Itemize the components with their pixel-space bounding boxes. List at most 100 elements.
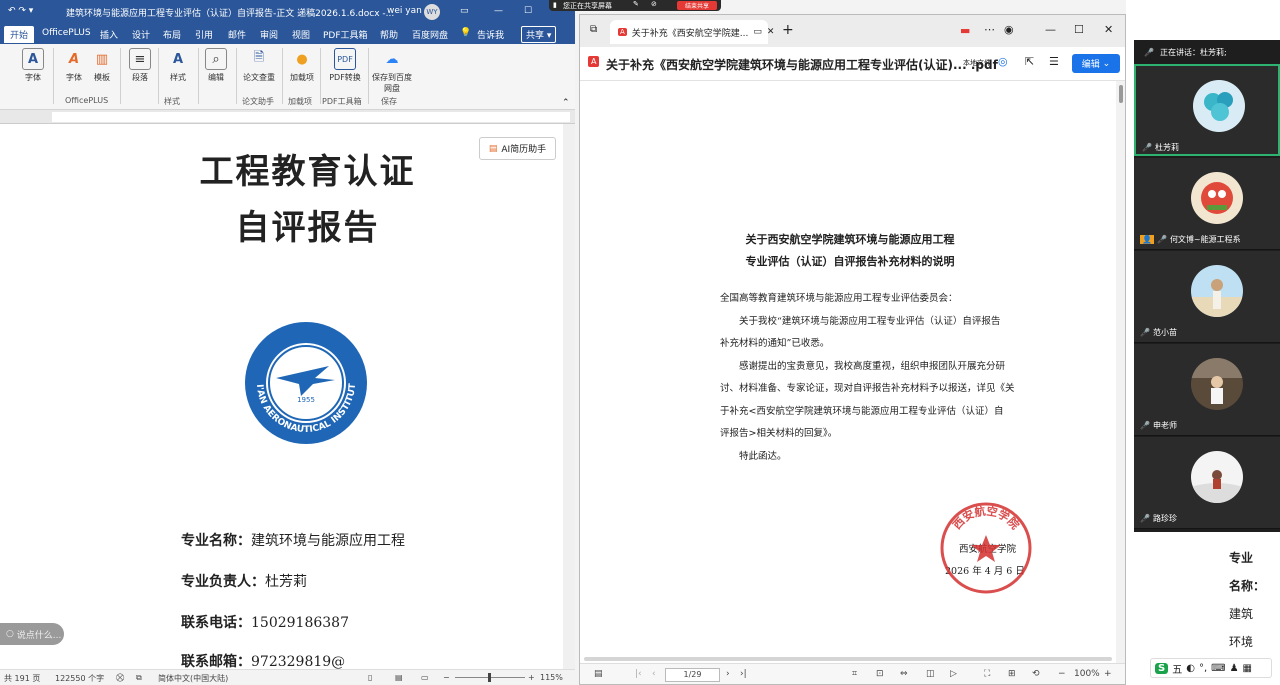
addins-button[interactable]: ● 加载项 bbox=[284, 48, 320, 83]
name-label: 杜芳莉 bbox=[1154, 143, 1179, 152]
new-tab-icon[interactable]: + bbox=[782, 22, 794, 38]
close-icon[interactable]: ✕ bbox=[1104, 23, 1113, 36]
plagiarism-check-button[interactable]: 🗎 论文查重 bbox=[240, 48, 278, 83]
tab-view[interactable]: 视图 bbox=[292, 28, 310, 41]
rotate-icon[interactable]: ⟲ bbox=[1032, 669, 1040, 679]
next-page-icon[interactable]: › bbox=[726, 669, 730, 679]
zoom-level[interactable]: 115% bbox=[540, 673, 563, 682]
crop-icon[interactable]: ⌗ bbox=[852, 669, 857, 679]
scroll-thumb[interactable] bbox=[1119, 85, 1123, 103]
pdf-heading-line1: 关于西安航空学院建筑环境与能源应用工程 bbox=[745, 233, 955, 246]
last-page-icon[interactable]: ›| bbox=[740, 669, 747, 679]
minimize-icon[interactable]: — bbox=[1045, 23, 1056, 36]
tab-officeplus[interactable]: OfficePLUS bbox=[42, 28, 91, 38]
tab-actions-icon[interactable]: ⧉ bbox=[590, 24, 597, 35]
ai-resume-button[interactable]: ▤ AI简历助手 bbox=[479, 137, 556, 160]
sidebar-toggle-icon[interactable]: ▤ bbox=[594, 669, 603, 679]
page-number-input[interactable]: 1/29 bbox=[665, 668, 720, 682]
more-icon[interactable]: ⋯ bbox=[984, 23, 995, 36]
ime-toolbar[interactable]: S 五 ◐ °, ⌨ ♟ ▦ bbox=[1150, 658, 1272, 678]
read-mode-icon[interactable]: ▯ bbox=[368, 673, 372, 682]
pdf-edit-button[interactable]: 编辑 ⌄ bbox=[1072, 54, 1120, 73]
zoom-out-icon[interactable]: − bbox=[1058, 669, 1066, 679]
pdf-app-icon[interactable]: ▬ bbox=[960, 24, 970, 37]
tab-insert[interactable]: 插入 bbox=[100, 28, 118, 41]
zoom-in-icon[interactable]: + bbox=[528, 673, 535, 682]
pdf-horizontal-scrollbar[interactable] bbox=[584, 657, 1112, 661]
ime-keyboard-icon[interactable]: ⌨ bbox=[1211, 663, 1225, 674]
template-button[interactable]: ▥ 模板 bbox=[84, 48, 120, 83]
paragraph-button[interactable]: ≡ 段落 bbox=[122, 48, 158, 83]
tell-me[interactable]: 告诉我 bbox=[477, 28, 504, 41]
stop-share-button[interactable]: 结束共享 bbox=[677, 1, 717, 10]
zoom-in-icon[interactable]: + bbox=[1104, 669, 1112, 679]
first-page-icon[interactable]: |‹ bbox=[635, 669, 642, 679]
tab-references[interactable]: 引用 bbox=[195, 28, 213, 41]
share-button[interactable]: 共享 ▾ bbox=[521, 26, 557, 43]
user-avatar[interactable]: WY bbox=[424, 4, 440, 20]
group-save: 保存 bbox=[381, 97, 397, 106]
tab-preview-icon[interactable]: ▭ bbox=[753, 27, 762, 37]
participant-tile[interactable]: 🎤 路珍珍 bbox=[1134, 437, 1280, 529]
pdf-vertical-scrollbar[interactable] bbox=[1116, 81, 1125, 663]
participant-tile[interactable]: 🎤 范小苗 bbox=[1134, 251, 1280, 343]
ime-grid-icon[interactable]: ▦ bbox=[1243, 663, 1252, 674]
doc-title-line2: 自评报告 bbox=[235, 208, 380, 248]
fit-width-icon[interactable]: ⇔ bbox=[900, 669, 908, 679]
maximize-icon[interactable]: ☐ bbox=[1074, 23, 1084, 36]
ime-punct-icon[interactable]: °, bbox=[1199, 663, 1207, 674]
profile-icon[interactable]: ◉ bbox=[1004, 23, 1014, 36]
pdf-closing: 特此函达。 bbox=[739, 450, 787, 462]
word-count[interactable]: 122550 个字 bbox=[55, 673, 104, 684]
menu-icon[interactable]: ☰ bbox=[1049, 55, 1059, 68]
autosave-icon[interactable]: ↶ ↷ ▾ bbox=[8, 6, 33, 16]
pdf-tab[interactable]: A 关于补充《西安航空学院建... ▭ ✕ bbox=[610, 20, 774, 44]
ribbon-display-icon[interactable]: ▭ bbox=[460, 6, 469, 16]
tab-home[interactable]: 开始 bbox=[4, 26, 35, 43]
font-button[interactable]: A 字体 bbox=[15, 48, 51, 83]
tab-mailings[interactable]: 邮件 bbox=[228, 28, 246, 41]
maximize-icon[interactable]: ☐ bbox=[524, 6, 532, 16]
ime-moon-icon[interactable]: ◐ bbox=[1186, 663, 1195, 674]
pdf-convert-button[interactable]: PDF PDF转换 bbox=[325, 48, 365, 83]
say-something-input[interactable]: ○ 说点什么... bbox=[0, 623, 64, 645]
save-baidu-button[interactable]: ☁ 保存到百度网盘 bbox=[372, 48, 412, 94]
prev-page-icon[interactable]: ‹ bbox=[652, 669, 656, 679]
zoom-out-icon[interactable]: − bbox=[443, 673, 450, 682]
tab-baidu[interactable]: 百度网盘 bbox=[412, 28, 448, 41]
close-tab-icon[interactable]: ✕ bbox=[767, 27, 775, 37]
participant-tile[interactable]: 🎤 杜芳莉 bbox=[1134, 64, 1280, 156]
tab-pdf-toolbox[interactable]: PDF工具箱 bbox=[323, 28, 368, 41]
tab-help[interactable]: 帮助 bbox=[380, 28, 398, 41]
accessibility-icon[interactable]: ⧉ bbox=[136, 673, 142, 683]
ime-mode[interactable]: 五 bbox=[1172, 661, 1182, 676]
tell-me-icon[interactable]: 💡 bbox=[460, 28, 471, 38]
annotate-icon[interactable]: ✎ bbox=[633, 0, 639, 8]
tab-review[interactable]: 审阅 bbox=[260, 28, 278, 41]
ai-assistant-icon[interactable]: ◎ bbox=[998, 55, 1008, 68]
tab-layout[interactable]: 布局 bbox=[163, 28, 181, 41]
fullscreen-icon[interactable]: ⛶ bbox=[984, 669, 990, 679]
hide-icon[interactable]: ⊘ bbox=[651, 0, 657, 8]
language[interactable]: 简体中文(中国大陆) bbox=[158, 673, 228, 684]
pdf-zoom[interactable]: 100% bbox=[1074, 669, 1100, 679]
two-page-icon[interactable]: ◫ bbox=[926, 669, 935, 679]
collapse-ribbon-icon[interactable]: ⌃ bbox=[562, 98, 570, 108]
ime-user-icon[interactable]: ♟ bbox=[1230, 663, 1239, 674]
play-icon[interactable]: ▷ bbox=[950, 669, 957, 679]
fit-page-icon[interactable]: ⊞ bbox=[1008, 669, 1016, 679]
page-count[interactable]: 共 191 页 bbox=[4, 673, 40, 684]
participant-tile[interactable]: 👤 🎤 何文博~能源工程系 bbox=[1134, 158, 1280, 250]
minimize-icon[interactable]: — bbox=[494, 6, 503, 16]
open-external-icon[interactable]: ⇱ bbox=[1025, 55, 1034, 68]
proofing-icon[interactable]: ⛒ bbox=[116, 673, 124, 683]
print-layout-icon[interactable]: ▤ bbox=[395, 673, 403, 682]
tab-design[interactable]: 设计 bbox=[132, 28, 150, 41]
zoom-slider-thumb[interactable] bbox=[488, 673, 491, 682]
styles-button[interactable]: A 样式 bbox=[160, 48, 196, 83]
participant-tile[interactable]: 🎤 申老师 bbox=[1134, 344, 1280, 436]
web-layout-icon[interactable]: ▭ bbox=[421, 673, 429, 682]
edit-button[interactable]: ⌕ 编辑 bbox=[198, 48, 234, 83]
image-icon[interactable]: ⊡ bbox=[876, 669, 884, 679]
word-vertical-scrollbar[interactable] bbox=[563, 124, 575, 669]
